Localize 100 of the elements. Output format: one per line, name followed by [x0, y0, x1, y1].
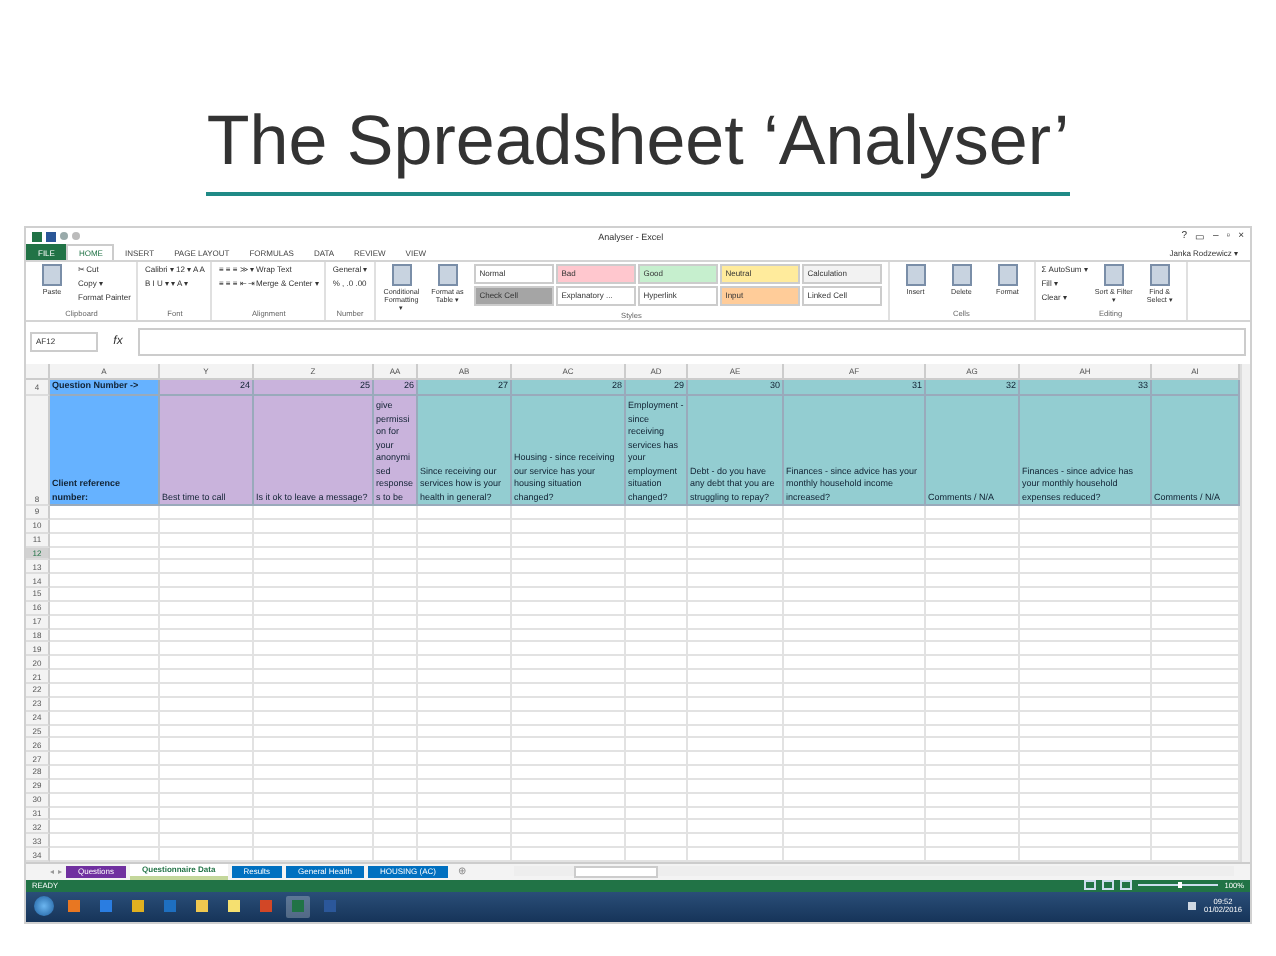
- grid-cell[interactable]: [926, 615, 1020, 630]
- grid-cell[interactable]: [160, 820, 254, 835]
- grid-cell[interactable]: [784, 588, 926, 602]
- grid-cell[interactable]: [418, 656, 512, 671]
- start-icon[interactable]: [34, 896, 54, 917]
- grid-cell[interactable]: [1020, 779, 1152, 794]
- grid-cell[interactable]: [418, 725, 512, 739]
- grid-cell[interactable]: [512, 656, 626, 671]
- grid-cell[interactable]: [160, 642, 254, 657]
- grid-cell[interactable]: [688, 574, 784, 589]
- grid-cell[interactable]: [688, 793, 784, 808]
- grid-cell[interactable]: [254, 588, 374, 602]
- grid-cell[interactable]: [784, 519, 926, 534]
- grid-cell[interactable]: [374, 752, 418, 767]
- grid-cell[interactable]: [418, 533, 512, 548]
- grid-cell[interactable]: [418, 711, 512, 725]
- grid-cell[interactable]: [50, 683, 160, 698]
- grid-cell[interactable]: [626, 506, 688, 520]
- grid-cell[interactable]: [512, 547, 626, 561]
- grid-cell[interactable]: [374, 779, 418, 794]
- grid-cell[interactable]: [1020, 807, 1152, 821]
- grid-cell[interactable]: [160, 588, 254, 602]
- select-all-button[interactable]: [26, 364, 50, 380]
- grid-cell[interactable]: [626, 629, 688, 643]
- grid-cell[interactable]: [50, 519, 160, 534]
- grid-cell[interactable]: [626, 560, 688, 575]
- grid-cell[interactable]: [926, 506, 1020, 520]
- grid-cell[interactable]: [784, 711, 926, 725]
- grid-cell[interactable]: [418, 588, 512, 602]
- grid-cell[interactable]: [254, 725, 374, 739]
- grid-cell[interactable]: [784, 547, 926, 561]
- grid-cell[interactable]: [512, 711, 626, 725]
- grid-cell[interactable]: [374, 725, 418, 739]
- grid-cell[interactable]: [374, 793, 418, 808]
- grid-cell[interactable]: [254, 752, 374, 767]
- grid-cell[interactable]: [254, 807, 374, 821]
- grid-cell[interactable]: [254, 615, 374, 630]
- grid-cell[interactable]: [1020, 533, 1152, 548]
- grid-cell[interactable]: [418, 779, 512, 794]
- grid-cell[interactable]: [50, 574, 160, 589]
- grid-cell[interactable]: [926, 670, 1020, 684]
- grid-cell[interactable]: [512, 683, 626, 698]
- grid-cell[interactable]: [688, 560, 784, 575]
- grid-cell[interactable]: [512, 820, 626, 835]
- grid-cell[interactable]: [160, 834, 254, 849]
- grid-cell[interactable]: [626, 615, 688, 630]
- grid-cell[interactable]: [784, 642, 926, 657]
- grid-cell[interactable]: [374, 615, 418, 630]
- grid-cell[interactable]: [688, 834, 784, 849]
- grid-cell[interactable]: [512, 793, 626, 808]
- grid-cell[interactable]: [688, 807, 784, 821]
- grid-cell[interactable]: [688, 506, 784, 520]
- grid-cell[interactable]: [1020, 642, 1152, 657]
- grid-cell[interactable]: [50, 697, 160, 712]
- grid-cell[interactable]: [160, 656, 254, 671]
- grid-cell[interactable]: [374, 547, 418, 561]
- grid-cell[interactable]: [626, 588, 688, 602]
- grid-cell[interactable]: [784, 629, 926, 643]
- grid-cell[interactable]: [926, 820, 1020, 835]
- grid-cell[interactable]: [254, 683, 374, 698]
- grid-cell[interactable]: [50, 752, 160, 767]
- grid-cell[interactable]: [254, 533, 374, 548]
- grid-cell[interactable]: [50, 533, 160, 548]
- grid-cell[interactable]: [254, 834, 374, 849]
- grid-cell[interactable]: [50, 725, 160, 739]
- grid-cell[interactable]: [784, 793, 926, 808]
- grid-cell[interactable]: [418, 601, 512, 616]
- grid-cell[interactable]: [374, 506, 418, 520]
- grid-cell[interactable]: [1020, 834, 1152, 849]
- grid-cell[interactable]: [160, 560, 254, 575]
- grid-cell[interactable]: [374, 820, 418, 835]
- grid-cell[interactable]: [374, 601, 418, 616]
- grid-cell[interactable]: [926, 793, 1020, 808]
- grid-cell[interactable]: [688, 519, 784, 534]
- grid-cell[interactable]: [626, 533, 688, 548]
- grid-cell[interactable]: [784, 697, 926, 712]
- grid-cell[interactable]: [784, 834, 926, 849]
- grid-cell[interactable]: [512, 588, 626, 602]
- grid-cell[interactable]: [626, 725, 688, 739]
- grid-cell[interactable]: [160, 725, 254, 739]
- grid-cell[interactable]: [512, 560, 626, 575]
- grid-cell[interactable]: [784, 533, 926, 548]
- grid-cell[interactable]: [626, 656, 688, 671]
- grid-cell[interactable]: [688, 738, 784, 753]
- grid-cell[interactable]: [626, 834, 688, 849]
- grid-cell[interactable]: [688, 656, 784, 671]
- grid-cell[interactable]: [50, 820, 160, 835]
- grid-cell[interactable]: [926, 560, 1020, 575]
- grid-cell[interactable]: [926, 642, 1020, 657]
- grid-cell[interactable]: [784, 766, 926, 780]
- grid-cell[interactable]: [926, 601, 1020, 616]
- grid-cell[interactable]: [688, 725, 784, 739]
- save-icon[interactable]: [46, 231, 56, 241]
- grid-cell[interactable]: [254, 670, 374, 684]
- grid-cell[interactable]: [418, 670, 512, 684]
- grid-cell[interactable]: [512, 725, 626, 739]
- grid-cell[interactable]: [50, 711, 160, 725]
- grid-cell[interactable]: [418, 793, 512, 808]
- grid-cell[interactable]: [1020, 656, 1152, 671]
- grid-cell[interactable]: [926, 738, 1020, 753]
